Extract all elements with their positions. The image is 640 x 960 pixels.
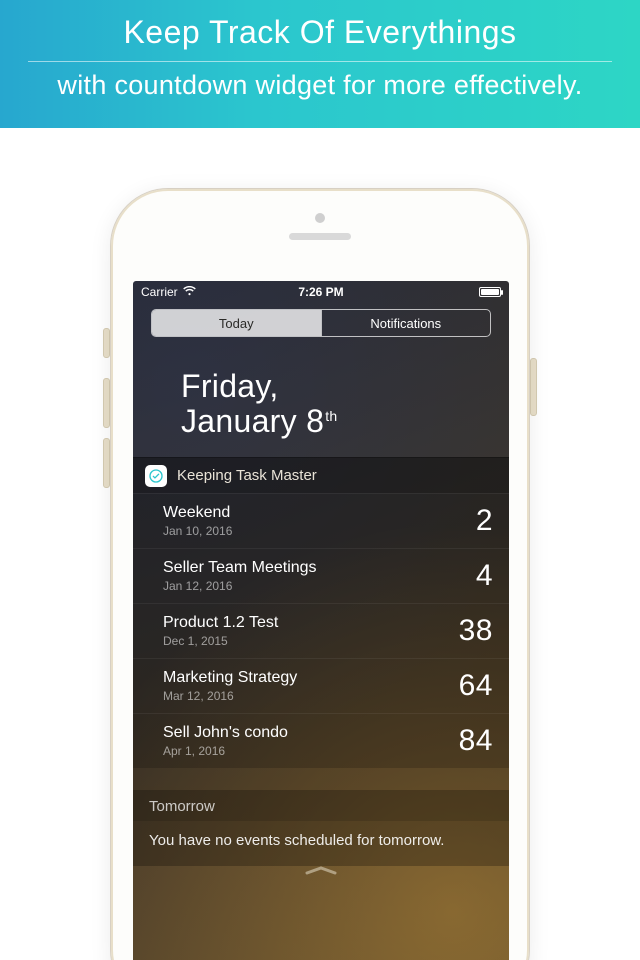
carrier-label: Carrier [141,285,178,299]
row-title: Product 1.2 Test [163,614,278,632]
countdown-row[interactable]: Weekend Jan 10, 2016 2 [133,493,509,548]
row-title: Marketing Strategy [163,669,297,687]
date-header: Friday, January 8th [133,345,509,457]
date-weekday: Friday, [181,369,497,404]
segmented-control[interactable]: Today Notifications [151,309,491,337]
phone-frame: Carrier 7:26 PM Today Notifications Frid… [110,188,530,960]
row-count: 64 [459,669,493,703]
stage: Carrier 7:26 PM Today Notifications Frid… [0,128,640,960]
date-ordinal: th [325,408,337,424]
phone-volume-up [103,378,110,428]
grabber-handle[interactable] [133,866,509,884]
status-time: 7:26 PM [298,285,343,299]
tab-notifications[interactable]: Notifications [321,310,491,336]
row-count: 4 [476,559,493,593]
row-title: Seller Team Meetings [163,559,317,577]
widget-title: Keeping Task Master [177,467,317,484]
widget-header[interactable]: Keeping Task Master [133,457,509,493]
phone-power-button [530,358,537,416]
wifi-icon [183,286,196,299]
phone-mute-switch [103,328,110,358]
countdown-row[interactable]: Seller Team Meetings Jan 12, 2016 4 [133,548,509,603]
row-count: 38 [459,614,493,648]
tomorrow-header: Tomorrow [133,790,509,821]
promo-banner: Keep Track Of Everythings with countdown… [0,0,640,128]
countdown-row[interactable]: Marketing Strategy Mar 12, 2016 64 [133,658,509,713]
tab-today[interactable]: Today [152,310,321,336]
widget-spacer [133,768,509,790]
screen: Carrier 7:26 PM Today Notifications Frid… [133,281,509,960]
phone-speaker [289,233,351,240]
countdown-row[interactable]: Sell John's condo Apr 1, 2016 84 [133,713,509,768]
tomorrow-body: You have no events scheduled for tomorro… [133,821,509,865]
phone-camera [315,213,325,223]
row-count: 84 [459,724,493,758]
status-bar: Carrier 7:26 PM [133,281,509,301]
promo-divider [28,61,612,62]
row-date: Jan 10, 2016 [163,524,232,538]
row-title: Sell John's condo [163,724,288,742]
row-date: Dec 1, 2015 [163,634,278,648]
row-date: Jan 12, 2016 [163,579,317,593]
phone-volume-down [103,438,110,488]
countdown-row[interactable]: Product 1.2 Test Dec 1, 2015 38 [133,603,509,658]
row-date: Mar 12, 2016 [163,689,297,703]
row-title: Weekend [163,504,232,522]
row-count: 2 [476,504,493,538]
row-date: Apr 1, 2016 [163,744,288,758]
promo-title: Keep Track Of Everythings [0,14,640,51]
app-icon [145,465,167,487]
battery-icon [479,287,501,297]
date-month-day: January 8th [181,404,497,439]
promo-subtitle: with countdown widget for more effective… [0,70,640,101]
